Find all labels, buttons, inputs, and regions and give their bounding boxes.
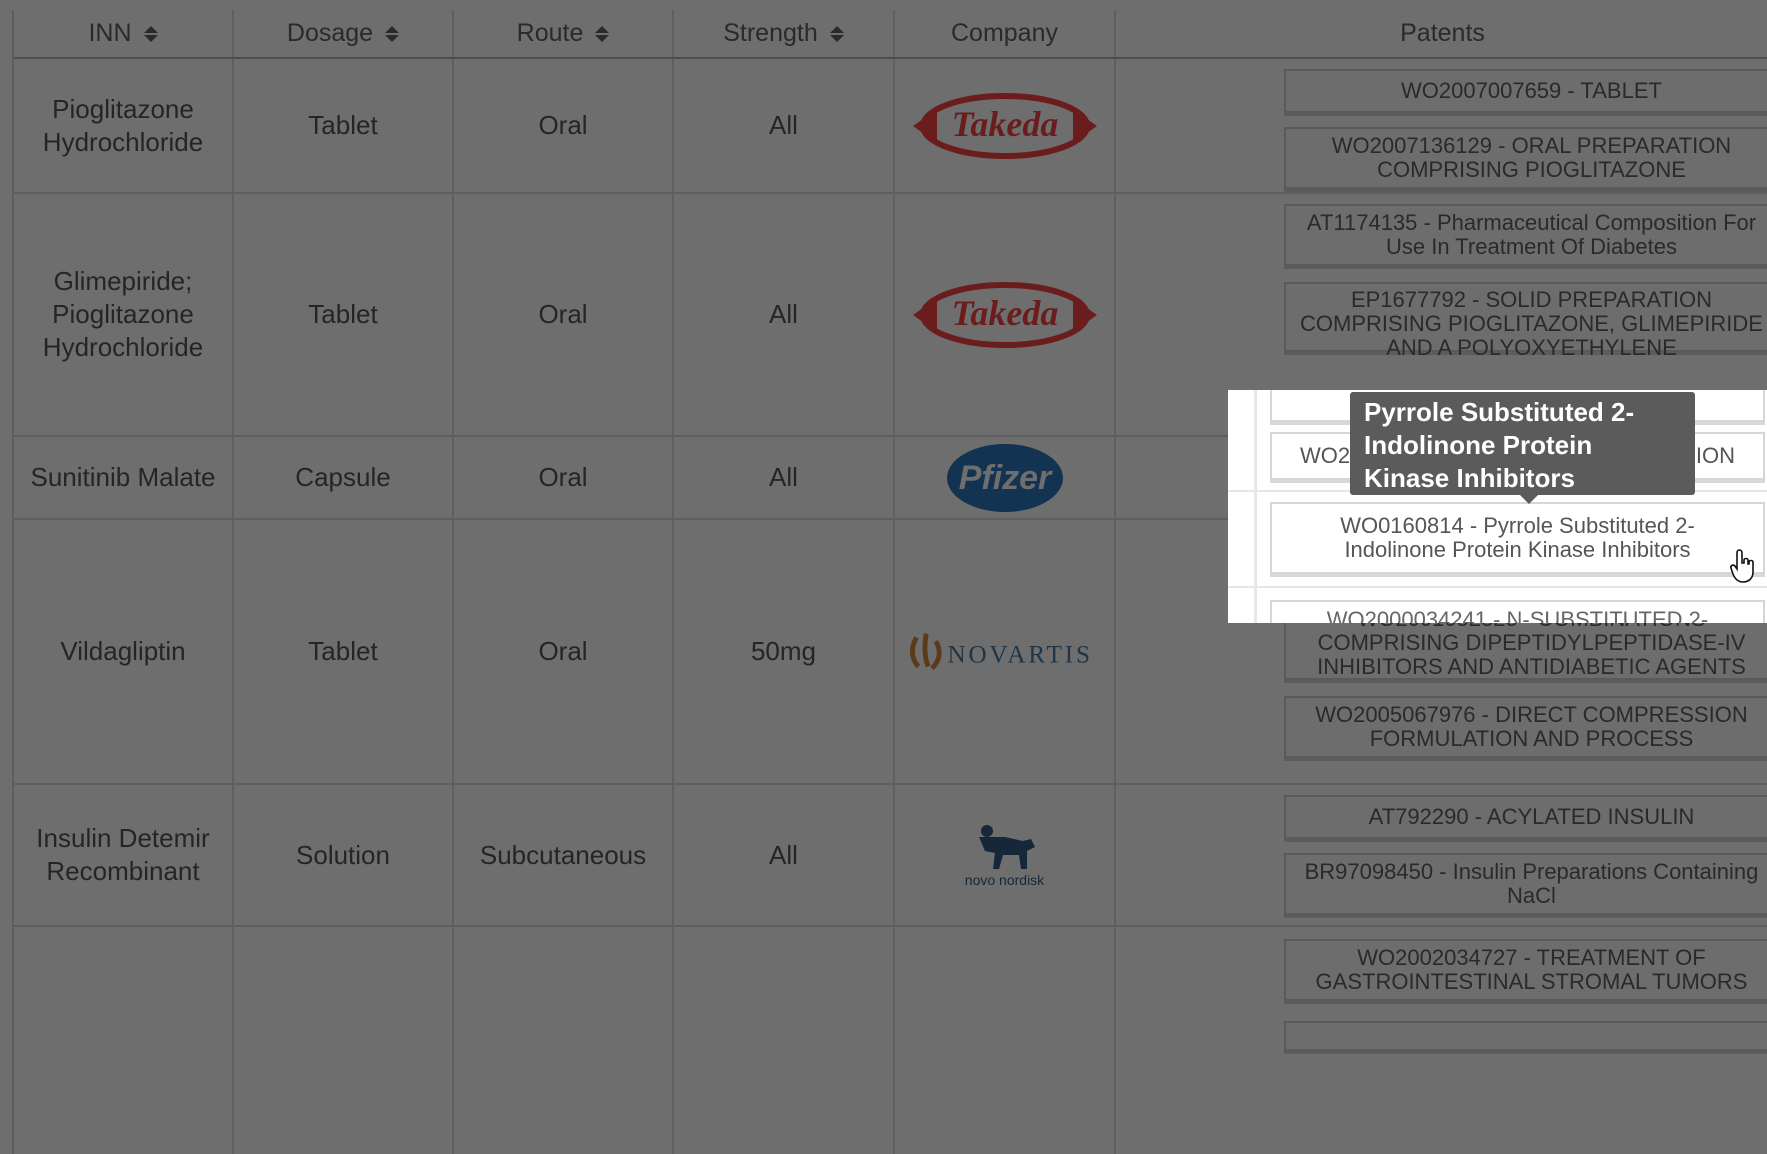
page: INN Dosage Route Strength Company Patent… <box>0 0 1767 1154</box>
patent-link-partial[interactable]: WO2000034241 - N-SUBSTITUTED 2-CYANOPYRR… <box>1270 600 1765 623</box>
cell-strength: All <box>674 194 895 435</box>
takeda-logo: Takeda <box>895 194 1116 435</box>
patent-link[interactable]: AT1174135 - Pharmaceutical Composition F… <box>1284 204 1767 266</box>
cell-dosage: Tablet <box>234 520 454 783</box>
novo-nordisk-logo: novo nordisk <box>895 785 1116 925</box>
patent-link[interactable]: EP1677792 - SOLID PREPARATION COMPRISING… <box>1284 282 1767 360</box>
header-dosage[interactable]: Dosage <box>234 10 454 57</box>
patent-link[interactable]: WO2007007659 - TABLET <box>1284 69 1767 113</box>
cell-strength: 50mg <box>674 520 895 783</box>
table-header: INN Dosage Route Strength Company Patent… <box>14 10 1767 59</box>
cell-strength: All <box>674 59 895 192</box>
header-inn-label: INN <box>88 19 132 47</box>
cell-dosage: Tablet <box>234 194 454 435</box>
header-company: Company <box>895 10 1116 57</box>
cell-route: Oral <box>454 194 674 435</box>
cell-inn <box>14 927 234 1154</box>
patent-link[interactable]: WO2002034727 - TREATMENT OF GASTROINTEST… <box>1284 939 1767 1001</box>
novartis-logo-text: NOVARTIS <box>947 641 1092 668</box>
tooltip: Pyrrole Substituted 2-Indolinone Protein… <box>1350 392 1695 504</box>
patent-link-right-fragment: ION <box>1695 443 1735 468</box>
header-dosage-label: Dosage <box>286 19 374 47</box>
cell-route: Oral <box>454 520 674 783</box>
sort-icon[interactable] <box>829 25 844 42</box>
header-inn[interactable]: INN <box>14 10 234 57</box>
hand-pointer-cursor-icon <box>1730 549 1754 583</box>
takeda-logo-text: Takeda <box>951 293 1058 333</box>
header-patents-label: Patents <box>1400 19 1485 47</box>
patent-link[interactable]: AT792290 - ACYLATED INSULIN <box>1284 795 1767 839</box>
cell-inn: Sunitinib Malate <box>14 437 234 518</box>
sort-icon[interactable] <box>143 25 158 42</box>
cell-patents: WO2007007659 - TABLET WO2007136129 - ORA… <box>1259 59 1767 192</box>
takeda-logo: Takeda <box>895 59 1116 192</box>
cell-strength: All <box>674 785 895 925</box>
header-patents: Patents <box>1116 10 1767 57</box>
cell-route: Subcutaneous <box>454 785 674 925</box>
header-strength[interactable]: Strength <box>674 10 895 57</box>
novartis-logo: NOVARTIS <box>895 520 1116 783</box>
sort-icon[interactable] <box>385 25 400 42</box>
patent-link-left-fragment: WO2 <box>1300 443 1351 468</box>
cell-inn: Insulin Detemir Recombinant <box>14 785 234 925</box>
patent-link-hovered[interactable]: WO0160814 - Pyrrole Substituted 2-Indoli… <box>1270 502 1765 574</box>
novo-nordisk-logo-text: novo nordisk <box>964 872 1045 888</box>
header-route[interactable]: Route <box>454 10 674 57</box>
cell-dosage: Solution <box>234 785 454 925</box>
cell-inn: Glimepiride; Pioglitazone Hydrochloride <box>14 194 234 435</box>
header-company-label: Company <box>951 19 1058 47</box>
takeda-logo-text: Takeda <box>951 104 1058 144</box>
cell-strength: All <box>674 437 895 518</box>
cell-dosage: Capsule <box>234 437 454 518</box>
patent-link[interactable]: BR97098450 - Insulin Preparations Contai… <box>1284 853 1767 915</box>
patent-link[interactable]: WO2007136129 - ORAL PREPARATION COMPRISI… <box>1284 127 1767 189</box>
table-row: Pioglitazone Hydrochloride Tablet Oral A… <box>14 59 1767 194</box>
header-strength-label: Strength <box>723 19 818 47</box>
cell-inn: Pioglitazone Hydrochloride <box>14 59 234 192</box>
patent-link[interactable]: WO2005067976 - DIRECT COMPRESSION FORMUL… <box>1284 696 1767 758</box>
cell-patents: WO2002034727 - TREATMENT OF GASTROINTEST… <box>1259 927 1767 1154</box>
cell-route: Oral <box>454 59 674 192</box>
patent-link[interactable] <box>1284 1021 1767 1051</box>
cell-dosage: Tablet <box>234 59 454 192</box>
sort-icon[interactable] <box>595 25 610 42</box>
cell-patents: AT792290 - ACYLATED INSULIN BR97098450 -… <box>1259 785 1767 925</box>
table-row: Insulin Detemir Recombinant Solution Sub… <box>14 785 1767 927</box>
column-divider <box>1254 390 1257 623</box>
cell-company <box>895 927 1116 1154</box>
header-route-label: Route <box>516 19 584 47</box>
cell-route <box>454 927 674 1154</box>
table-row: WO2002034727 - TREATMENT OF GASTROINTEST… <box>14 927 1767 1154</box>
row-divider <box>1228 586 1767 588</box>
cell-strength <box>674 927 895 1154</box>
cell-dosage <box>234 927 454 1154</box>
cell-route: Oral <box>454 437 674 518</box>
cell-inn: Vildagliptin <box>14 520 234 783</box>
pfizer-logo: Pfizer <box>895 437 1116 518</box>
pfizer-logo-text: Pfizer <box>958 459 1052 497</box>
